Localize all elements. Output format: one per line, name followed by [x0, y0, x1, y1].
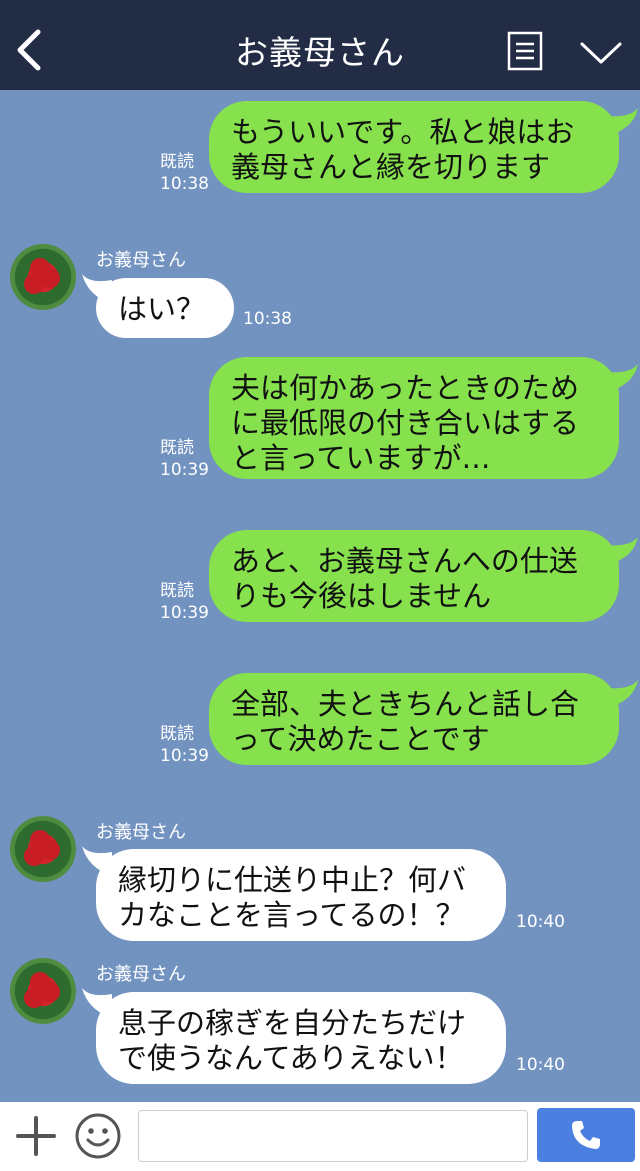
- chat-title: お義母さん: [235, 33, 405, 72]
- bubble-tail: [606, 680, 638, 708]
- chevron-down-icon[interactable]: [578, 38, 624, 68]
- avatar[interactable]: [10, 816, 76, 882]
- avatar[interactable]: [10, 244, 76, 310]
- read-receipt: 既読: [160, 581, 194, 601]
- message-meta: 既読 10:39: [160, 723, 209, 767]
- read-receipt: 既読: [160, 438, 194, 458]
- message-meta: 既読 10:38: [160, 151, 209, 195]
- bubble-tail: [606, 108, 638, 136]
- menu-list-icon[interactable]: [507, 31, 543, 71]
- read-receipt: 既読: [160, 152, 194, 172]
- message-time: 10:38: [243, 309, 292, 329]
- emoji-icon[interactable]: [74, 1112, 122, 1160]
- chat-header: お義母さん: [0, 0, 640, 90]
- my-message-bubble[interactable]: 夫は何かあったときのため に最低限の付き合いはする と言っていますが…: [209, 357, 619, 479]
- call-button[interactable]: [537, 1108, 635, 1162]
- phone-icon: [572, 1121, 600, 1149]
- my-message-bubble[interactable]: 全部、夫ときちんと話し合 って決めたことです: [209, 673, 619, 765]
- message-composer: [0, 1102, 640, 1171]
- sender-name: お義母さん: [96, 964, 186, 985]
- bubble-tail: [606, 364, 638, 392]
- message-time: 10:39: [160, 746, 209, 766]
- avatar[interactable]: [10, 958, 76, 1024]
- other-message-bubble[interactable]: はい？: [96, 278, 234, 338]
- message-time: 10:38: [160, 174, 209, 194]
- read-receipt: 既読: [160, 724, 194, 744]
- message-meta: 既読 10:39: [160, 580, 209, 624]
- message-input[interactable]: [138, 1110, 528, 1162]
- sender-name: お義母さん: [96, 250, 186, 271]
- message-time: 10:39: [160, 603, 209, 623]
- message-time: 10:39: [160, 460, 209, 480]
- plus-icon[interactable]: [14, 1114, 58, 1158]
- my-message-bubble[interactable]: もういいです。私と娘はお 義母さんと縁を切ります: [209, 101, 619, 193]
- other-message-bubble[interactable]: 縁切りに仕送り中止？何バ カなことを言ってるの！？: [96, 849, 506, 941]
- message-meta: 既読 10:39: [160, 437, 209, 481]
- my-message-bubble[interactable]: あと、お義母さんへの仕送 りも今後はしません: [209, 530, 619, 622]
- message-time: 10:40: [516, 1055, 565, 1075]
- bubble-tail: [606, 537, 638, 565]
- other-message-bubble[interactable]: 息子の稼ぎを自分たちだけ で使うなんてありえない！: [96, 992, 506, 1084]
- sender-name: お義母さん: [96, 822, 186, 843]
- message-time: 10:40: [516, 912, 565, 932]
